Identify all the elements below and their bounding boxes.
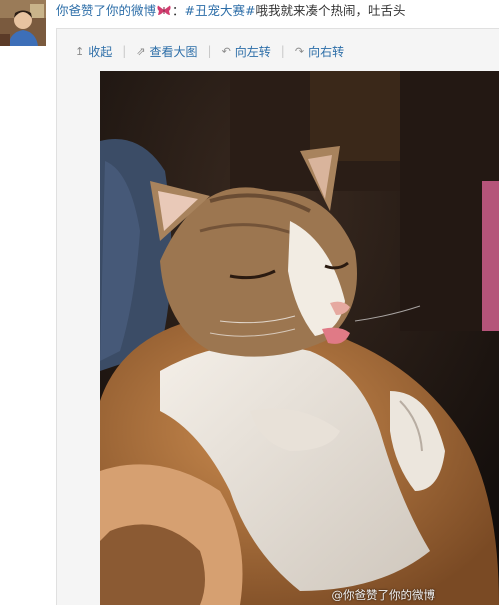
post-text: 你爸赞了你的微博 ：#丑宠大赛#哦我就来凑个热闹，吐舌头: [56, 3, 496, 19]
toolbar-divider: |: [207, 44, 212, 58]
author-link[interactable]: 你爸赞了你的微博: [56, 3, 156, 18]
rotate-right-icon: ↷: [294, 44, 305, 58]
post-body: 哦我就来凑个热闹，吐舌头: [255, 3, 406, 18]
cat-photo[interactable]: @你爸赞了你的微博: [100, 71, 499, 605]
avatar-image: [0, 0, 46, 46]
rotate-left-button[interactable]: ↶ 向左转: [222, 43, 271, 60]
photo-watermark: @你爸赞了你的微博: [331, 588, 436, 602]
rotate-left-icon: ↶: [221, 44, 231, 58]
rotate-right-label: 向右转: [308, 44, 345, 59]
media-toolbar: ↥ 收起 | ⇗ 查看大图 | ↶ 向左转 | ↷ 向右转: [75, 43, 344, 59]
rotate-right-button[interactable]: ↷ 向右转: [295, 43, 344, 60]
collapse-button[interactable]: ↥ 收起: [75, 43, 112, 60]
arrow-up-icon: ↥: [75, 44, 85, 58]
view-large-button[interactable]: ⇗ 查看大图: [136, 43, 197, 60]
cat-photo-illustration: [100, 71, 499, 605]
post-separator: ：: [172, 3, 185, 18]
toolbar-divider: |: [122, 44, 127, 58]
toolbar-divider: |: [280, 44, 285, 58]
external-view-icon: ⇗: [136, 44, 146, 58]
avatar[interactable]: [0, 0, 46, 46]
butterfly-icon: [157, 5, 171, 15]
collapse-label: 收起: [88, 44, 113, 59]
hashtag-link[interactable]: #丑宠大赛#: [185, 3, 256, 18]
view-large-label: 查看大图: [149, 44, 198, 59]
rotate-left-label: 向左转: [234, 44, 271, 59]
